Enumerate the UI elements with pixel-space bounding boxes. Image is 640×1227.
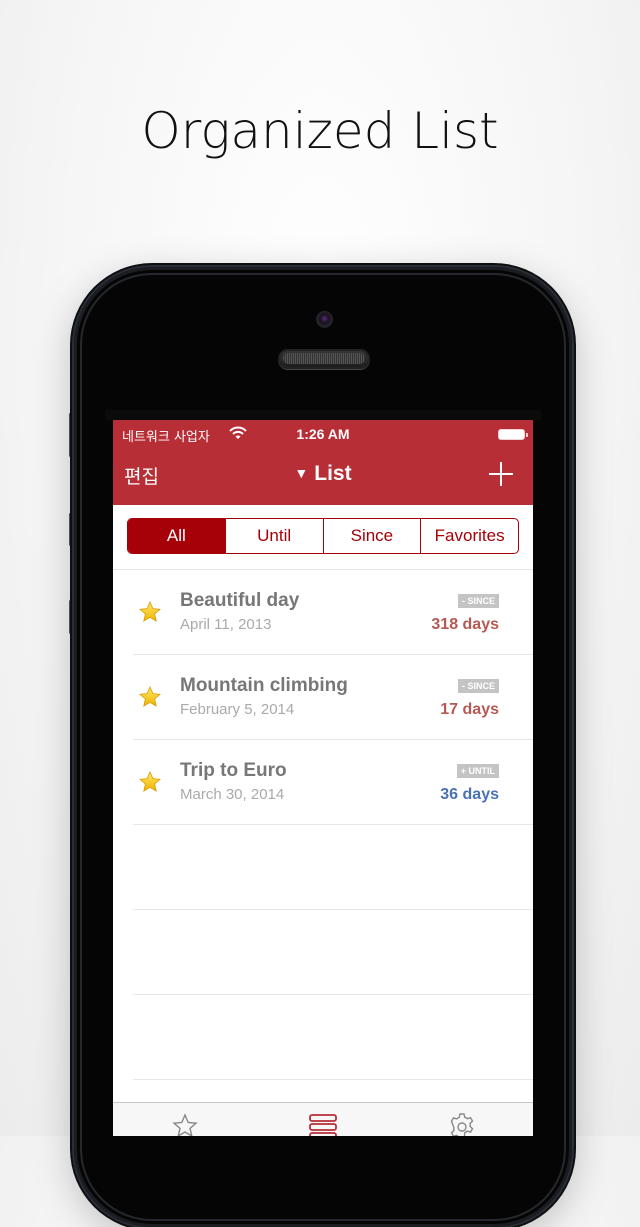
item-title: Trip to Euro (180, 760, 287, 781)
since-badge: - SINCE (457, 594, 499, 608)
nav-title-label: List (314, 462, 352, 485)
headline: Organized List (141, 102, 499, 160)
status-bar: 네트워크 사업자 1:26 AM (113, 420, 533, 448)
list-title-dropdown[interactable]: ▼ List (113, 462, 533, 486)
filter-segmented-control: All Until Since Favorites (127, 518, 519, 554)
star-filled-icon[interactable] (138, 770, 162, 794)
list-item[interactable]: Mountain climbing February 5, 2014 - SIN… (113, 655, 533, 740)
list-item[interactable]: Beautiful day April 11, 2013 - SINCE 318… (113, 570, 533, 655)
empty-row (113, 910, 533, 995)
empty-row (113, 995, 533, 1080)
segment-until[interactable]: Until (224, 519, 323, 553)
segment-since[interactable]: Since (322, 519, 421, 553)
app-screen: 네트워크 사업자 1:26 AM 편집 ▼ List All Until Sinc… (113, 420, 533, 1136)
item-title: Mountain climbing (180, 675, 348, 696)
status-time: 1:26 AM (296, 426, 350, 442)
day-count: 318 days (431, 616, 499, 633)
front-camera (316, 311, 333, 328)
list-item[interactable]: Trip to Euro March 30, 2014 + UNTIL 36 d… (113, 740, 533, 825)
segment-all[interactable]: All (128, 519, 225, 553)
item-title: Beautiful day (180, 590, 300, 611)
battery-full-icon (498, 429, 528, 440)
tab-bar (113, 1102, 533, 1136)
since-badge: - SINCE (457, 679, 499, 693)
until-badge: + UNTIL (456, 764, 499, 778)
plus-icon[interactable] (489, 462, 513, 486)
item-date: March 30, 2014 (180, 786, 285, 803)
navigation-bar: 편집 ▼ List (113, 448, 533, 505)
day-count: 36 days (440, 786, 499, 803)
day-count: 17 days (440, 701, 499, 718)
screen-bezel (105, 410, 541, 420)
segment-favorites[interactable]: Favorites (420, 519, 518, 553)
empty-row (113, 825, 533, 910)
gear-icon[interactable] (447, 1112, 477, 1136)
filter-bar: All Until Since Favorites (113, 505, 533, 570)
earpiece-speaker (278, 349, 370, 369)
event-list: Beautiful day April 11, 2013 - SINCE 318… (113, 570, 533, 1080)
triangle-down-icon: ▼ (294, 465, 309, 481)
list-icon[interactable] (308, 1112, 338, 1136)
item-date: February 5, 2014 (180, 701, 295, 718)
star-filled-icon[interactable] (138, 600, 162, 624)
star-outline-icon[interactable] (170, 1112, 200, 1136)
star-filled-icon[interactable] (138, 685, 162, 709)
item-date: April 11, 2013 (180, 616, 272, 633)
